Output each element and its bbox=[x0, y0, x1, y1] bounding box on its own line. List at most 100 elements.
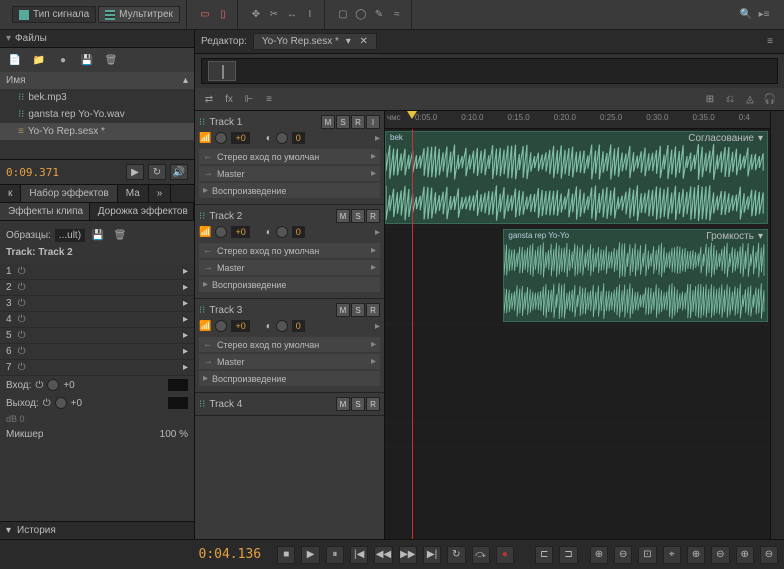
zoom-fit-button[interactable]: ⊡ bbox=[638, 546, 656, 564]
expand-chevron-icon[interactable]: ▸ bbox=[375, 133, 380, 144]
stop-button[interactable]: ■ bbox=[277, 546, 295, 564]
dropdown-icon[interactable]: ▸ bbox=[371, 151, 376, 162]
arm-button[interactable]: R bbox=[366, 209, 380, 223]
pan-value[interactable]: 0 bbox=[292, 226, 305, 238]
solo-button[interactable]: S bbox=[336, 115, 350, 129]
snap-icon[interactable]: ⊞ bbox=[702, 91, 718, 107]
punch-in-button[interactable]: ⊏ bbox=[535, 546, 553, 564]
go-prev-button[interactable]: |◀ bbox=[350, 546, 368, 564]
heal-icon[interactable]: ≈ bbox=[389, 7, 405, 23]
pause-button[interactable]: ⏸ bbox=[326, 546, 344, 564]
sends-icon[interactable]: ⊩ bbox=[241, 91, 257, 107]
file-row[interactable]: ⁝⁝bek.mp3 bbox=[0, 89, 194, 106]
punch-out-button[interactable]: ⊐ bbox=[559, 546, 577, 564]
lasso-icon[interactable]: ◯ bbox=[353, 7, 369, 23]
track-name[interactable]: Track 4 bbox=[209, 399, 332, 410]
time-select-icon[interactable]: I bbox=[302, 7, 318, 23]
loop-button[interactable]: ↻ bbox=[447, 546, 465, 564]
power-icon[interactable]: ⏻ bbox=[18, 346, 26, 357]
time-ruler[interactable]: чмс 0:05.00:10.00:15.00:20.00:25.00:30.0… bbox=[385, 111, 770, 129]
fx-slot[interactable]: 5⏻▸ bbox=[0, 328, 194, 344]
clip-vol-label[interactable]: Громкость bbox=[706, 231, 754, 242]
ripple-icon[interactable]: ⎌ bbox=[722, 91, 738, 107]
timeline[interactable]: чмс 0:05.00:10.00:15.00:20.00:25.00:30.0… bbox=[385, 111, 770, 539]
pan-knob[interactable] bbox=[276, 320, 288, 332]
track-header[interactable]: ⁝⁝ Track 2 M S R 📶+0 ◐0 ▸←Стерео вход по… bbox=[195, 205, 384, 299]
zoom-out-h-button[interactable]: ⊖ bbox=[614, 546, 632, 564]
dropdown-icon[interactable]: ▸ bbox=[371, 262, 376, 273]
pan-knob[interactable] bbox=[276, 226, 288, 238]
editor-session-tab[interactable]: Yo-Yo Rep.sesx * ▾ ✕ bbox=[253, 33, 377, 50]
dropdown-icon[interactable]: ▾ bbox=[758, 133, 763, 144]
session-overview[interactable] bbox=[201, 58, 778, 84]
arm-button[interactable]: R bbox=[366, 303, 380, 317]
arm-button[interactable]: R bbox=[366, 397, 380, 411]
rect-select-icon[interactable]: ▭ bbox=[197, 7, 213, 23]
power-icon[interactable]: ⏻ bbox=[18, 282, 26, 293]
dropdown-icon[interactable]: ▾ bbox=[758, 231, 763, 242]
pan-value[interactable]: 0 bbox=[292, 320, 305, 332]
file-row[interactable]: ⁝⁝gansta rep Yo-Yo.wav bbox=[0, 106, 194, 123]
power-icon[interactable]: ⏻ bbox=[18, 330, 26, 341]
automation-mode[interactable]: ▸Воспроизведение bbox=[199, 277, 380, 292]
volume-value[interactable]: +0 bbox=[231, 226, 249, 238]
zoom-in-v-button[interactable]: ⊕ bbox=[736, 546, 754, 564]
rewind-button[interactable]: ◀◀ bbox=[374, 546, 392, 564]
zoom-in-sel-button[interactable]: ⊕ bbox=[687, 546, 705, 564]
input-route[interactable]: ←Стерео вход по умолчан▸ bbox=[199, 149, 380, 164]
dropdown-icon[interactable]: ▸ bbox=[371, 339, 376, 350]
volume-value[interactable]: +0 bbox=[231, 132, 249, 144]
close-tab-icon[interactable]: ✕ bbox=[360, 36, 368, 47]
mute-button[interactable]: M bbox=[336, 209, 350, 223]
mute-button[interactable]: M bbox=[321, 115, 335, 129]
save-preset-icon[interactable]: 💾 bbox=[89, 227, 107, 243]
output-route[interactable]: →Master▸ bbox=[199, 354, 380, 369]
tab-clip-fx[interactable]: Эффекты клипа bbox=[0, 203, 90, 220]
search-icon[interactable]: 🔍 bbox=[738, 7, 754, 23]
track-header[interactable]: ⁝⁝ Track 4 M S R bbox=[195, 393, 384, 416]
audio-clip[interactable]: bek Согласование▾ bbox=[385, 131, 768, 224]
waveform-view-button[interactable]: Тип сигнала bbox=[12, 6, 96, 23]
solo-button[interactable]: S bbox=[351, 209, 365, 223]
preview-loop-button[interactable]: ↻ bbox=[148, 164, 166, 180]
files-name-header[interactable]: Имя ▴ bbox=[0, 72, 194, 89]
track-lane[interactable]: bek Согласование▾ bbox=[385, 129, 770, 227]
power-icon[interactable]: ⏻ bbox=[18, 266, 26, 277]
track-header[interactable]: ⁝⁝ Track 3 M S R 📶+0 ◐0 ▸←Стерео вход по… bbox=[195, 299, 384, 393]
volume-knob[interactable] bbox=[215, 226, 227, 238]
expand-chevron-icon[interactable]: ▸ bbox=[375, 321, 380, 332]
save-file-icon[interactable]: 💾 bbox=[78, 52, 96, 68]
input-knob[interactable] bbox=[47, 379, 59, 391]
power-icon[interactable]: ⏻ bbox=[18, 362, 26, 373]
dropdown-icon[interactable]: ▸ bbox=[371, 245, 376, 256]
record-file-icon[interactable]: ● bbox=[54, 52, 72, 68]
pan-value[interactable]: 0 bbox=[292, 132, 305, 144]
dropdown-icon[interactable]: ▸ bbox=[371, 168, 376, 179]
fx-slot[interactable]: 7⏻▸ bbox=[0, 360, 194, 376]
tab-track-fx[interactable]: Дорожка эффектов bbox=[90, 203, 194, 220]
pan-knob[interactable] bbox=[276, 132, 288, 144]
play-button[interactable]: ▶ bbox=[301, 546, 319, 564]
track-name[interactable]: Track 1 bbox=[209, 117, 317, 128]
fx-slot[interactable]: 3⏻▸ bbox=[0, 296, 194, 312]
go-next-button[interactable]: ▶| bbox=[423, 546, 441, 564]
slip-tool-icon[interactable]: ↔ bbox=[284, 7, 300, 23]
metronome-icon[interactable]: ◬ bbox=[742, 91, 758, 107]
audio-clip[interactable]: gansta rep Yo-Yo Громкость▾ bbox=[503, 229, 768, 322]
panel-menu-icon[interactable]: ≡ bbox=[762, 34, 778, 50]
preview-autoplay-button[interactable]: 🔊 bbox=[170, 164, 188, 180]
track-name[interactable]: Track 2 bbox=[209, 211, 332, 222]
preview-play-button[interactable]: ▶ bbox=[126, 164, 144, 180]
track-lane[interactable]: gansta rep Yo-Yo Громкость▾ bbox=[385, 227, 770, 325]
track-name[interactable]: Track 3 bbox=[209, 305, 332, 316]
volume-knob[interactable] bbox=[215, 132, 227, 144]
solo-button[interactable]: S bbox=[351, 303, 365, 317]
file-row[interactable]: ≡Yo-Yo Rep.sesx * bbox=[0, 123, 194, 140]
mute-button[interactable]: M bbox=[336, 397, 350, 411]
skip-sel-button[interactable]: ⤼ bbox=[472, 546, 490, 564]
playhead[interactable] bbox=[412, 129, 413, 539]
record-button[interactable]: ● bbox=[496, 546, 514, 564]
power-icon[interactable]: ⏻ bbox=[18, 298, 26, 309]
move-tool-icon[interactable]: ✥ bbox=[248, 7, 264, 23]
power-icon[interactable]: ⏻ bbox=[43, 398, 51, 409]
